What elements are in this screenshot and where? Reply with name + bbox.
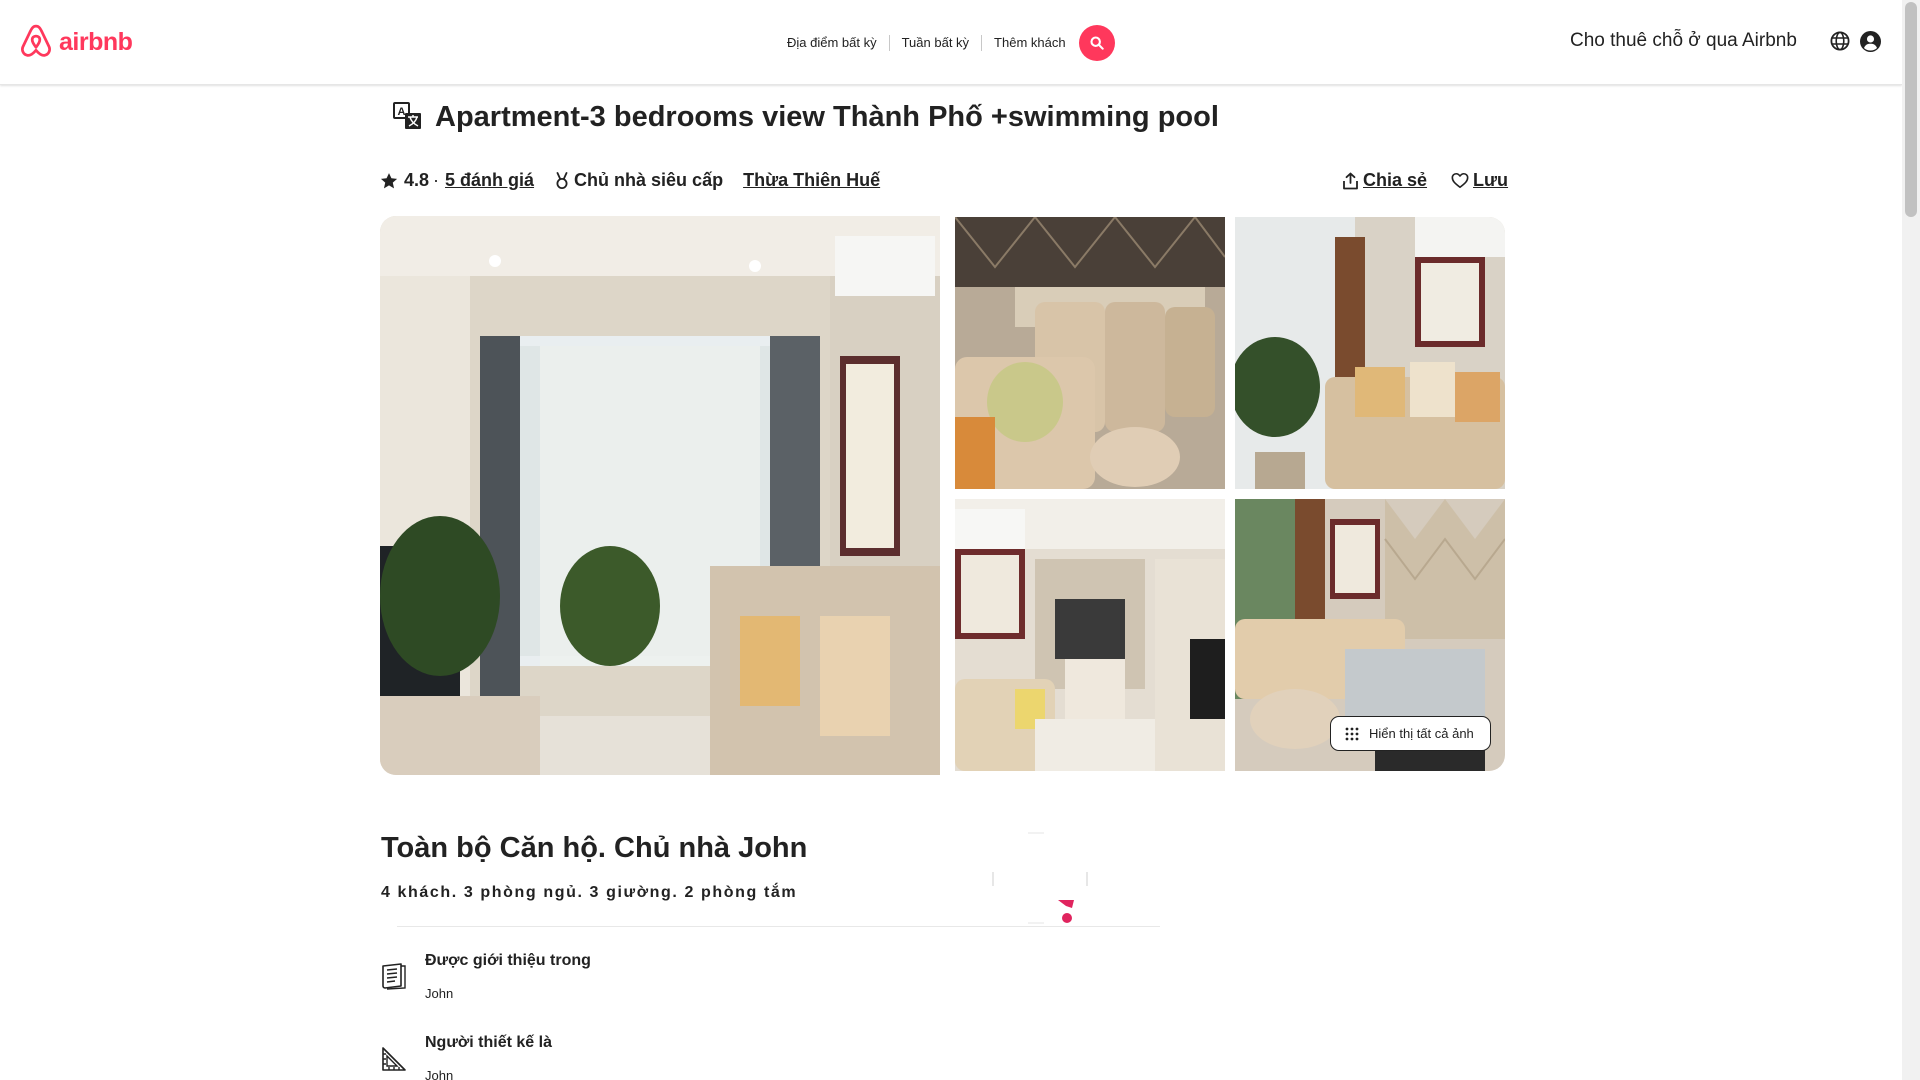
gallery-photo-dining-area[interactable] — [955, 217, 1225, 489]
listing-summary-details: 4 khách. 3 phòng ngủ. 3 giường. 2 phòng … — [381, 884, 798, 901]
listing-summary-title: Toàn bộ Căn hộ. Chủ nhà John — [381, 832, 808, 864]
search-guests[interactable]: Thêm khách — [982, 35, 1078, 51]
airbnb-logo-text: airbnb — [59, 27, 133, 56]
medal-icon — [556, 171, 568, 189]
search-icon — [1090, 36, 1104, 50]
listing-title: Apartment-3 bedrooms view Thành Phố +swi… — [435, 101, 1219, 133]
living-room-photo — [380, 216, 940, 775]
reviews-link[interactable]: 5 đánh giá — [445, 170, 534, 191]
listing-actions: Chia sẻ Lưu — [1342, 170, 1508, 191]
rating-separator: · — [433, 170, 440, 190]
feature-subtitle: John — [425, 986, 454, 1001]
share-icon — [1343, 172, 1358, 189]
feature-title: Được giới thiệu trong — [425, 952, 591, 969]
translate-icon: A — [393, 102, 421, 129]
show-all-photos-label: Hiển thị tất cả ảnh — [1369, 726, 1474, 741]
gallery-photo-living-room[interactable] — [380, 216, 940, 775]
page-scrollbar[interactable] — [1902, 0, 1920, 1080]
sofa-corner-photo — [1235, 217, 1505, 489]
heart-icon — [1451, 172, 1469, 189]
become-host-link[interactable]: Cho thuê chỗ ở qua Airbnb — [1570, 30, 1797, 52]
star-icon — [380, 172, 398, 188]
loading-spinner-icon — [992, 832, 1088, 924]
save-label: Lưu — [1473, 170, 1509, 190]
ruler-icon — [382, 1047, 406, 1071]
share-button[interactable]: Chia sẻ — [1342, 170, 1427, 191]
rating-value: 4.8 — [404, 170, 430, 190]
search-location[interactable]: Địa điểm bất kỳ — [775, 35, 889, 51]
show-all-photos-button[interactable]: Hiển thị tất cả ảnh — [1330, 716, 1491, 751]
gallery-photo-sofa-corner[interactable] — [1235, 217, 1505, 489]
listing-meta: 4.8 · 5 đánh giá Chủ nhà siêu cấp Thừa T… — [380, 170, 880, 191]
scrollbar-thumb[interactable] — [1905, 2, 1917, 217]
search-week[interactable]: Tuần bất kỳ — [890, 35, 981, 51]
location-link[interactable]: Thừa Thiên Huế — [743, 170, 880, 191]
gallery-photo-hallway-kitchen[interactable] — [955, 499, 1225, 771]
airbnb-logo[interactable]: airbnb — [19, 24, 133, 60]
feature-title: Người thiết kế là — [425, 1034, 552, 1051]
svg-text:A: A — [398, 106, 406, 118]
top-header: airbnb Địa điểm bất kỳ Tuần bất kỳ Thêm … — [0, 0, 1902, 85]
globe-icon[interactable] — [1830, 31, 1850, 51]
dining-area-photo — [955, 217, 1225, 489]
search-button[interactable] — [1078, 25, 1115, 61]
save-button[interactable]: Lưu — [1451, 170, 1508, 191]
airbnb-logo-icon — [21, 24, 51, 57]
share-label: Chia sẻ — [1363, 170, 1428, 190]
book-icon — [382, 963, 406, 990]
section-divider — [397, 926, 1160, 927]
superhost-badge: Chủ nhà siêu cấp — [554, 170, 723, 191]
grid-dots-icon — [1345, 727, 1359, 740]
search-bar[interactable]: Địa điểm bất kỳ Tuần bất kỳ Thêm khách — [775, 22, 1115, 64]
hallway-kitchen-photo — [955, 499, 1225, 771]
feature-subtitle: John — [425, 1068, 454, 1080]
superhost-label: Chủ nhà siêu cấp — [574, 170, 724, 190]
user-account-icon[interactable] — [1860, 31, 1881, 52]
